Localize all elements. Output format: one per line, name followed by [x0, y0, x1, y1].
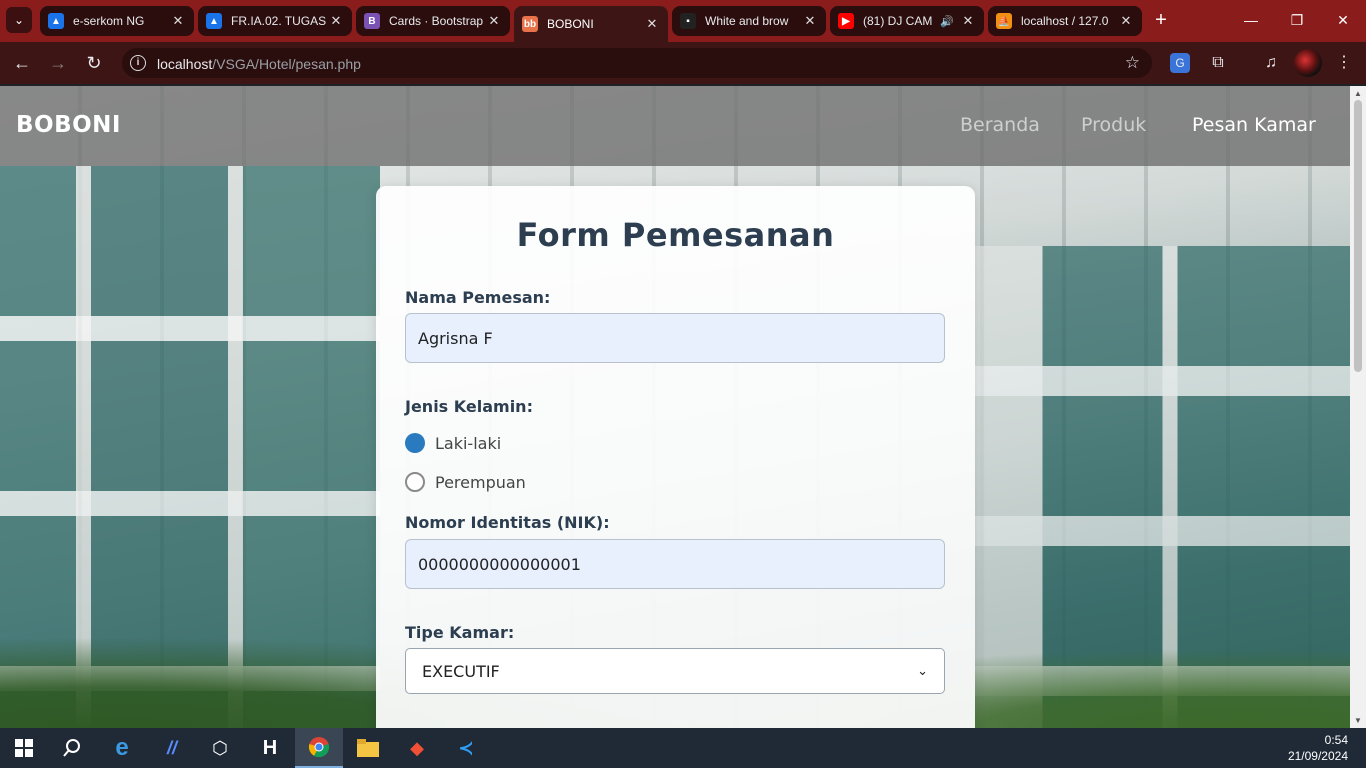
url-path: /VSGA/Hotel/pesan.php: [212, 56, 361, 72]
close-icon[interactable]: ✕: [170, 13, 186, 29]
triangle-icon: ▲: [48, 13, 64, 29]
close-icon[interactable]: ✕: [960, 13, 976, 29]
clock-date: 21/09/2024: [1287, 749, 1348, 763]
git-icon[interactable]: ◆: [393, 728, 441, 768]
clock-time: 0:54: [1324, 733, 1348, 747]
h-app-icon[interactable]: H: [246, 728, 294, 768]
close-icon[interactable]: ✕: [1118, 13, 1134, 29]
radio-checked-icon[interactable]: [405, 433, 425, 453]
address-bar[interactable]: i localhost/VSGA/Hotel/pesan.php ☆: [122, 48, 1152, 78]
internet-explorer-icon[interactable]: e: [98, 728, 146, 768]
nik-label: Nomor Identitas (NIK):: [405, 513, 610, 532]
speaker-icon[interactable]: 🔊: [940, 15, 954, 28]
scroll-down-icon[interactable]: ▼: [1353, 716, 1363, 725]
tab-5[interactable]: ▶ (81) DJ CAM 🔊 ✕: [830, 6, 984, 36]
tab-3-active[interactable]: bb BOBONI ✕: [514, 6, 668, 42]
radio-label-male: Laki-laki: [435, 433, 502, 453]
bootstrap-icon: B: [364, 13, 380, 29]
site-brand[interactable]: BOBONI: [16, 112, 121, 138]
page-scrollbar[interactable]: ▲ ▼: [1350, 86, 1366, 728]
search-icon[interactable]: [48, 728, 96, 768]
booking-form-card: Form Pemesanan Nama Pemesan: Agrisna F J…: [376, 186, 975, 728]
tab-title: FR.IA.02. TUGAS: [231, 14, 327, 28]
windows-taskbar: e // ⬡ H ◆ ≺ 0:54 21/09/2024: [0, 728, 1366, 768]
tab-title: localhost / 127.0: [1021, 14, 1109, 28]
profile-avatar[interactable]: [1294, 49, 1322, 77]
extensions-icon[interactable]: ⧉: [1206, 51, 1230, 75]
tab-strip: ⌄ ▲ e-serkom NG ✕ ▲ FR.IA.02. TUGAS ✕ B …: [0, 0, 1366, 42]
file-explorer-icon[interactable]: [344, 728, 392, 768]
nav-link-pesan-kamar[interactable]: Pesan Kamar: [1192, 114, 1316, 136]
translate-icon[interactable]: G: [1170, 53, 1190, 73]
menu-icon[interactable]: ⋮: [1332, 51, 1356, 75]
tab-title: White and brow: [705, 14, 789, 28]
url-host: localhost: [157, 56, 213, 72]
dev-tool-icon[interactable]: //: [148, 728, 196, 768]
gender-radio-female[interactable]: Perempuan: [405, 472, 526, 492]
close-window-button[interactable]: ✕: [1320, 0, 1366, 42]
system-clock[interactable]: 0:54 21/09/2024: [1288, 732, 1348, 764]
close-icon[interactable]: ✕: [644, 16, 660, 32]
tab-title: (81) DJ CAM: [863, 14, 933, 28]
tab-title: e-serkom NG: [73, 14, 145, 28]
room-type-select[interactable]: EXECUTIF ⌄: [405, 648, 945, 694]
gender-radio-male[interactable]: Laki-laki: [405, 433, 501, 453]
close-icon[interactable]: ✕: [802, 13, 818, 29]
chevron-down-icon: ⌄: [917, 663, 928, 679]
tab-0[interactable]: ▲ e-serkom NG ✕: [40, 6, 194, 36]
tab-1[interactable]: ▲ FR.IA.02. TUGAS ✕: [198, 6, 352, 36]
tab-title: BOBONI: [547, 17, 594, 31]
tab-6[interactable]: ⛵ localhost / 127.0 ✕: [988, 6, 1142, 36]
tab-2[interactable]: B Cards · Bootstrap ✕: [356, 6, 510, 36]
gender-label: Jenis Kelamin:: [405, 397, 533, 416]
name-label: Nama Pemesan:: [405, 288, 551, 307]
radio-label-female: Perempuan: [435, 472, 526, 492]
close-icon[interactable]: ✕: [328, 13, 344, 29]
nav-link-produk[interactable]: Produk: [1081, 114, 1146, 136]
new-tab-button[interactable]: +: [1148, 8, 1174, 34]
restore-button[interactable]: ❐: [1274, 0, 1320, 42]
reload-button[interactable]: ↻: [80, 49, 108, 77]
image-icon: ▪: [680, 13, 696, 29]
triangle-icon: ▲: [206, 13, 222, 29]
nav-link-beranda[interactable]: Beranda: [960, 114, 1040, 136]
media-control-icon[interactable]: ♫: [1259, 51, 1283, 75]
scrollbar-thumb[interactable]: [1354, 100, 1362, 372]
bookmark-star-icon[interactable]: ☆: [1125, 53, 1140, 73]
bb-icon: bb: [522, 16, 538, 32]
tab-4[interactable]: ▪ White and brow ✕: [672, 6, 826, 36]
minimize-button[interactable]: —: [1228, 0, 1274, 42]
radio-unchecked-icon[interactable]: [405, 472, 425, 492]
info-icon[interactable]: i: [130, 55, 146, 71]
site-navbar: BOBONI Beranda Produk Pesan Kamar: [0, 86, 1350, 166]
tab-search-button[interactable]: ⌄: [6, 7, 32, 33]
nik-input[interactable]: 0000000000000001: [405, 539, 945, 589]
back-button[interactable]: ←: [8, 49, 36, 77]
form-title: Form Pemesanan: [516, 216, 835, 254]
room-type-value: EXECUTIF: [422, 661, 500, 681]
scroll-up-icon[interactable]: ▲: [1353, 89, 1363, 98]
page-viewport: BOBONI Beranda Produk Pesan Kamar Form P…: [0, 86, 1350, 728]
virtualbox-icon[interactable]: ⬡: [196, 728, 244, 768]
forward-button[interactable]: →: [44, 49, 72, 77]
vscode-icon[interactable]: ≺: [442, 728, 490, 768]
close-icon[interactable]: ✕: [486, 13, 502, 29]
tab-title: Cards · Bootstrap: [389, 14, 484, 28]
name-input[interactable]: Agrisna F: [405, 313, 945, 363]
chrome-icon[interactable]: [295, 728, 343, 768]
room-type-label: Tipe Kamar:: [405, 623, 515, 642]
windows-start-icon[interactable]: [0, 728, 48, 768]
pma-icon: ⛵: [996, 13, 1012, 29]
youtube-icon: ▶: [838, 13, 854, 29]
browser-toolbar: ← → ↻ i localhost/VSGA/Hotel/pesan.php ☆…: [0, 42, 1366, 84]
url-text[interactable]: localhost/VSGA/Hotel/pesan.php: [157, 56, 361, 72]
